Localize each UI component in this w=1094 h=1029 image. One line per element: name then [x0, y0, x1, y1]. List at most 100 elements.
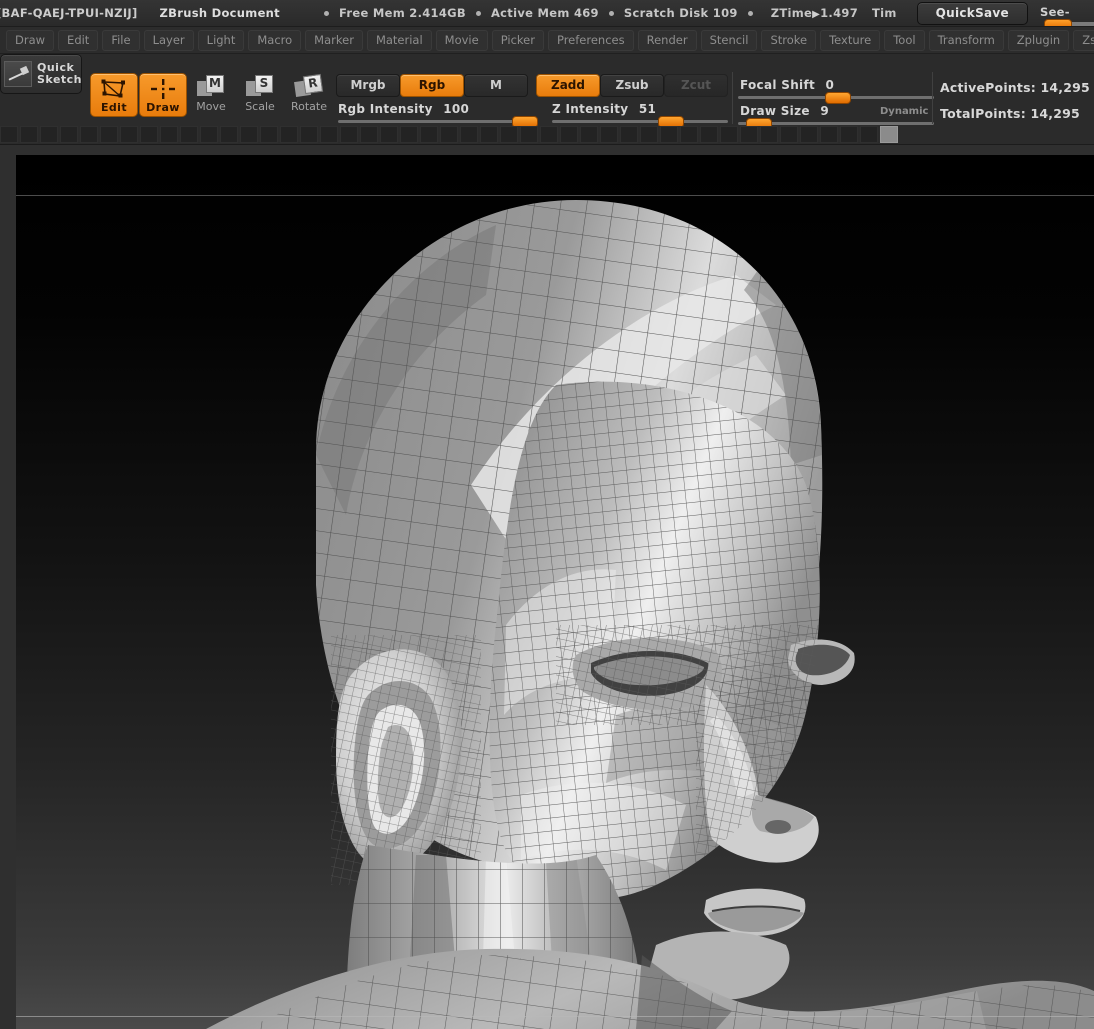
- dynamic-label[interactable]: Dynamic: [880, 106, 928, 117]
- menu-item-draw[interactable]: Draw: [6, 29, 55, 51]
- shelf-cell[interactable]: [620, 126, 638, 143]
- menu-item-file[interactable]: File: [102, 29, 140, 51]
- shelf-cell[interactable]: [560, 126, 578, 143]
- shelf-cell[interactable]: [260, 126, 278, 143]
- shelf-cell[interactable]: [300, 126, 318, 143]
- focal-shift-readout: Focal Shift 0: [740, 78, 834, 92]
- menu-item-stencil[interactable]: Stencil: [700, 29, 758, 51]
- scale-icon-letter: S: [255, 75, 273, 93]
- shelf-cell-selected[interactable]: [880, 126, 898, 143]
- draw-mode-button[interactable]: Draw: [139, 73, 187, 117]
- menu-item-movie[interactable]: Movie: [435, 29, 488, 51]
- shelf-cell[interactable]: [80, 126, 98, 143]
- shelf-cell[interactable]: [140, 126, 158, 143]
- edit-mode-button[interactable]: Edit: [90, 73, 138, 117]
- menu-item-material[interactable]: Material: [366, 29, 432, 51]
- shelf-cell[interactable]: [760, 126, 778, 143]
- shelf-cell[interactable]: [820, 126, 838, 143]
- shelf-cell[interactable]: [480, 126, 498, 143]
- menu-item-edit[interactable]: Edit: [58, 29, 99, 51]
- move-mode-button[interactable]: M Move: [188, 73, 234, 115]
- edit-mode-label: Edit: [100, 101, 128, 114]
- license-serial: [BAF-QAEJ-TPUI-NZIJ]: [0, 6, 138, 20]
- menu-item-texture[interactable]: Texture: [820, 29, 881, 51]
- ztime-value: 1.497: [820, 6, 859, 20]
- draw-size-readout: Draw Size 9: [740, 104, 829, 118]
- menu-item-layer[interactable]: Layer: [143, 29, 194, 51]
- shelf-cell[interactable]: [740, 126, 758, 143]
- shelf-cell[interactable]: [120, 126, 138, 143]
- shelf-cell[interactable]: [580, 126, 598, 143]
- shelf-cell[interactable]: [800, 126, 818, 143]
- menu-item-transform[interactable]: Transform: [928, 29, 1004, 51]
- zadd-button[interactable]: Zadd: [536, 74, 600, 97]
- shelf-cell[interactable]: [160, 126, 178, 143]
- menu-item-tool[interactable]: Tool: [884, 29, 925, 51]
- shelf-cell[interactable]: [640, 126, 658, 143]
- mrgb-button[interactable]: Mrgb: [336, 74, 400, 97]
- shelf-cell[interactable]: [40, 126, 58, 143]
- rgb-intensity-track[interactable]: [338, 120, 536, 123]
- shelf-cell[interactable]: [600, 126, 618, 143]
- scale-mode-button[interactable]: S Scale: [237, 73, 283, 115]
- rgb-button[interactable]: Rgb: [400, 74, 464, 97]
- shelf-cell[interactable]: [380, 126, 398, 143]
- menu-item-picker[interactable]: Picker: [491, 29, 544, 51]
- shelf-cell[interactable]: [540, 126, 558, 143]
- shelf-cell[interactable]: [0, 126, 18, 143]
- shelf-cell[interactable]: [500, 126, 518, 143]
- menu-item-zscript[interactable]: Zscript: [1073, 29, 1094, 51]
- shelf-cell[interactable]: [60, 126, 78, 143]
- menu-item-zplugin[interactable]: Zplugin: [1007, 29, 1070, 51]
- shelf-cell[interactable]: [520, 126, 538, 143]
- shelf-cell[interactable]: [180, 126, 198, 143]
- focal-shift-knob[interactable]: [825, 92, 851, 104]
- document-canvas[interactable]: [16, 155, 1094, 1029]
- quicksketch-button[interactable]: Quick Sketch: [0, 54, 82, 94]
- shelf-cell[interactable]: [660, 126, 678, 143]
- bullet-icon: [608, 10, 614, 16]
- shelf-cell[interactable]: [340, 126, 358, 143]
- m-button[interactable]: M: [464, 74, 528, 97]
- quicksave-button[interactable]: QuickSave: [916, 2, 1028, 25]
- z-intensity-readout: Z Intensity 51: [552, 102, 656, 116]
- draw-mode-label: Draw: [146, 101, 180, 114]
- shelf-cell[interactable]: [420, 126, 438, 143]
- shelf-cell[interactable]: [780, 126, 798, 143]
- seethrough-slider-knob[interactable]: [1044, 19, 1072, 26]
- memory-stats: Free Mem 2.414GB Active Mem 469 Scratch …: [320, 6, 757, 20]
- shelf-cell[interactable]: [280, 126, 298, 143]
- shelf-cell[interactable]: [100, 126, 118, 143]
- menu-item-stroke[interactable]: Stroke: [761, 29, 817, 51]
- scale-mode-label: Scale: [245, 100, 275, 113]
- zbrush-window: [BAF-QAEJ-TPUI-NZIJ] ZBrush Document Fre…: [0, 0, 1094, 1029]
- shelf-cell[interactable]: [460, 126, 478, 143]
- rotate-icon: R: [294, 73, 324, 97]
- shelf-cell[interactable]: [20, 126, 38, 143]
- focal-shift-label: Focal Shift: [740, 78, 816, 92]
- shelf-cell[interactable]: [240, 126, 258, 143]
- shelf-cell[interactable]: [700, 126, 718, 143]
- menu-item-macro[interactable]: Macro: [248, 29, 302, 51]
- scale-icon: S: [246, 75, 274, 97]
- menu-item-marker[interactable]: Marker: [305, 29, 363, 51]
- shelf-cell[interactable]: [840, 126, 858, 143]
- rotate-mode-button[interactable]: R Rotate: [286, 73, 332, 115]
- shelf-cell[interactable]: [360, 126, 378, 143]
- menu-item-render[interactable]: Render: [637, 29, 697, 51]
- shelf-cell[interactable]: [320, 126, 338, 143]
- shelf-cell[interactable]: [200, 126, 218, 143]
- bullet-icon: [323, 10, 329, 16]
- seethrough-control[interactable]: See-: [1032, 0, 1094, 26]
- shelf-cell[interactable]: [220, 126, 238, 143]
- z-intensity-track[interactable]: [552, 120, 728, 123]
- menu-item-preferences[interactable]: Preferences: [547, 29, 634, 51]
- shelf-cell[interactable]: [400, 126, 418, 143]
- shelf-cell[interactable]: [680, 126, 698, 143]
- menu-item-light[interactable]: Light: [197, 29, 245, 51]
- shelf-cell[interactable]: [720, 126, 738, 143]
- zcut-button: Zcut: [664, 74, 728, 97]
- shelf-cell[interactable]: [440, 126, 458, 143]
- shelf-cell[interactable]: [860, 126, 878, 143]
- zsub-button[interactable]: Zsub: [600, 74, 664, 97]
